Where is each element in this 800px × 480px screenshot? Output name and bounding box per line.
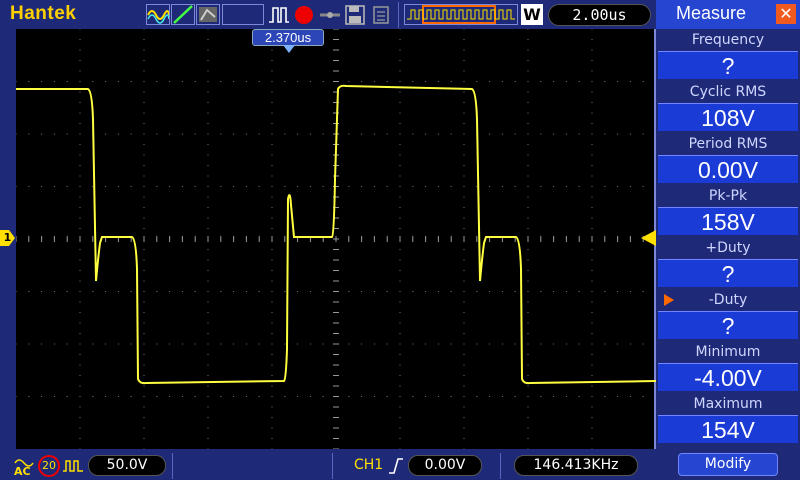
measure-label: Minimum	[656, 341, 800, 363]
save-icon[interactable]	[344, 4, 366, 25]
panel-header: Measure ✕	[656, 0, 800, 29]
modify-button[interactable]: Modify	[678, 453, 778, 476]
channel-1-marker[interactable]: 1	[0, 230, 15, 246]
measure-label: Maximum	[656, 393, 800, 415]
coupling-icon[interactable]: AC	[14, 454, 34, 478]
measure-value: ?	[658, 51, 798, 79]
brand-logo: Hantek	[10, 3, 77, 24]
timebase-value: 2.00us	[572, 6, 627, 24]
persistence-icon[interactable]	[196, 4, 220, 25]
measure-item-frequency[interactable]: Frequency ?	[656, 29, 800, 81]
waveform-overview[interactable]	[404, 4, 518, 25]
acquire-wave-icon[interactable]	[146, 4, 170, 25]
pulse-trigger-icon[interactable]	[268, 4, 290, 25]
measure-label: -Duty	[656, 289, 800, 311]
toolbar-separator	[398, 2, 399, 28]
measure-item-minimum[interactable]: Minimum -4.00V	[656, 341, 800, 393]
probe-pulse-icon	[62, 457, 84, 475]
frequency-counter-display: 146.413KHz	[514, 455, 638, 476]
selected-arrow-icon	[664, 294, 674, 306]
status-separator	[332, 453, 333, 479]
trigger-channel-label[interactable]: CH1	[354, 457, 383, 473]
top-toolbar: Hantek W 2.00us	[0, 0, 656, 29]
measure-item-plus-duty[interactable]: +Duty ?	[656, 237, 800, 289]
measure-value: 158V	[658, 207, 798, 235]
measure-item-maximum[interactable]: Maximum 154V	[656, 393, 800, 445]
measure-item-minus-duty[interactable]: -Duty ?	[656, 289, 800, 341]
probe-icon	[318, 4, 342, 25]
status-separator	[172, 453, 173, 479]
measure-value: -4.00V	[658, 363, 798, 391]
measure-value: ?	[658, 259, 798, 287]
window-mode-button[interactable]: W	[521, 4, 543, 25]
measure-value: 154V	[658, 415, 798, 443]
trigger-level-display[interactable]: 0.00V	[408, 455, 482, 476]
vector-mode-icon[interactable]	[171, 4, 195, 25]
status-separator	[500, 453, 501, 479]
coupling-label: AC	[14, 465, 31, 478]
waveform-screen	[16, 29, 656, 449]
measure-item-pk-pk[interactable]: Pk-Pk 158V	[656, 185, 800, 237]
bandwidth-limit-label: 20	[42, 459, 56, 472]
measure-label: Period RMS	[656, 133, 800, 155]
measure-label: Frequency	[656, 29, 800, 51]
trigger-position-arrow-icon[interactable]	[283, 45, 295, 53]
panel-title: Measure	[676, 3, 747, 23]
trigger-position-label[interactable]: 2.370us	[252, 29, 324, 46]
measure-panel: Measure ✕ Frequency ? Cyclic RMS 108V Pe…	[656, 0, 800, 480]
trigger-level-arrow-icon[interactable]	[641, 230, 656, 246]
measure-label: Cyclic RMS	[656, 81, 800, 103]
record-icon[interactable]	[293, 4, 315, 25]
bottom-status-bar: AC 20 50.0V CH1 0.00V 146.413KHz	[0, 451, 656, 480]
bandwidth-limit-icon[interactable]: 20	[38, 455, 60, 477]
usb-icon	[370, 4, 392, 25]
close-button[interactable]: ✕	[776, 4, 796, 24]
measure-item-cyclic-rms[interactable]: Cyclic RMS 108V	[656, 81, 800, 133]
measure-value: ?	[658, 311, 798, 339]
measure-label: +Duty	[656, 237, 800, 259]
timebase-display[interactable]: 2.00us	[548, 4, 651, 26]
volts-div-display[interactable]: 50.0V	[88, 455, 166, 476]
measure-item-period-rms[interactable]: Period RMS 0.00V	[656, 133, 800, 185]
rising-edge-icon[interactable]	[388, 456, 404, 476]
measure-value: 0.00V	[658, 155, 798, 183]
channel-1-trace	[16, 84, 656, 385]
status-box	[222, 4, 264, 25]
measure-label: Pk-Pk	[656, 185, 800, 207]
measure-value: 108V	[658, 103, 798, 131]
waveform-path	[16, 84, 656, 385]
